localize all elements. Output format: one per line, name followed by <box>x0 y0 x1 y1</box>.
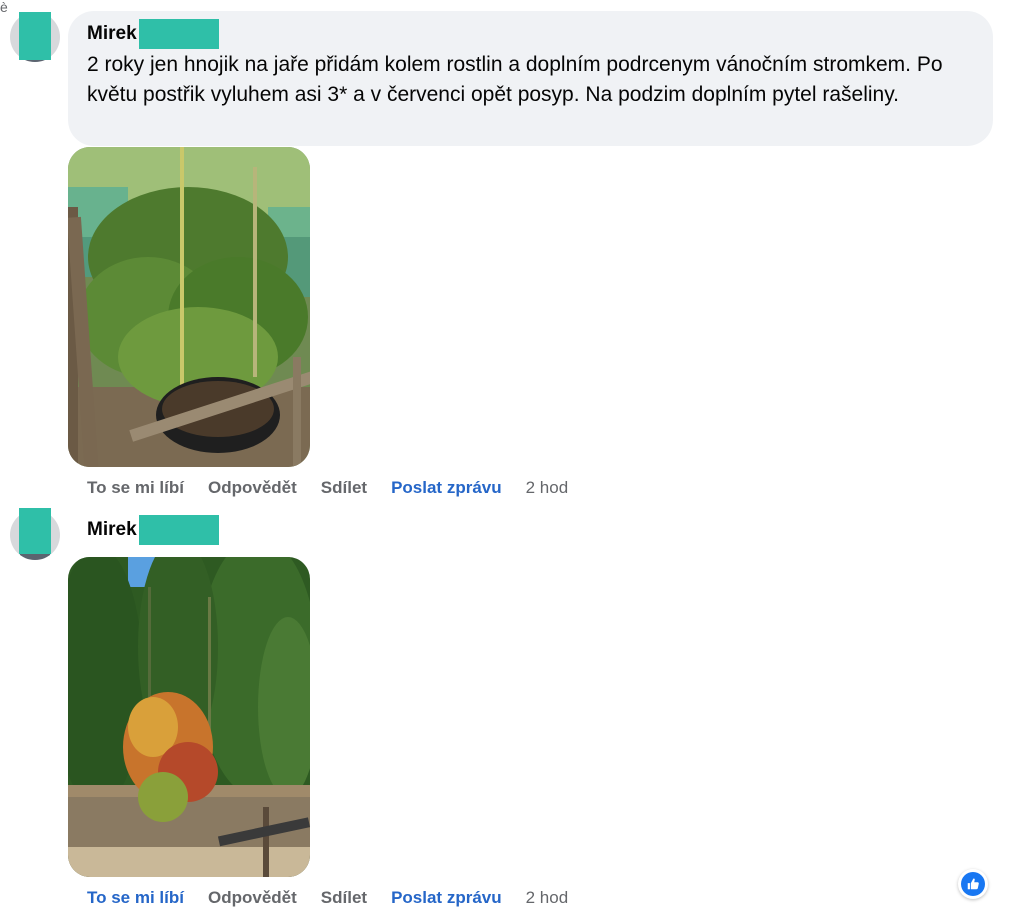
send-message-button[interactable]: Poslat zprávu <box>391 888 502 908</box>
share-button[interactable]: Sdílet <box>321 888 367 908</box>
reply-button[interactable]: Odpovědět <box>208 888 297 908</box>
name-redaction <box>138 515 219 545</box>
reaction-badge[interactable] <box>958 869 988 899</box>
shrub-in-garden-bed-image <box>68 557 310 877</box>
redaction-block <box>19 508 51 554</box>
comment-author[interactable]: Mirek <box>87 515 219 545</box>
like-button[interactable]: To se mi líbí <box>87 888 184 908</box>
comment-actions: To se mi líbí Odpovědět Sdílet Poslat zp… <box>87 886 592 910</box>
thumbs-up-icon <box>961 872 985 896</box>
comment-2: Mirek To se mi líbí Odpovědět Sdílet Pos… <box>0 0 1024 921</box>
author-name[interactable]: Mirek <box>87 519 137 541</box>
timestamp[interactable]: 2 hod <box>526 888 569 908</box>
comment-photo[interactable] <box>68 557 310 877</box>
